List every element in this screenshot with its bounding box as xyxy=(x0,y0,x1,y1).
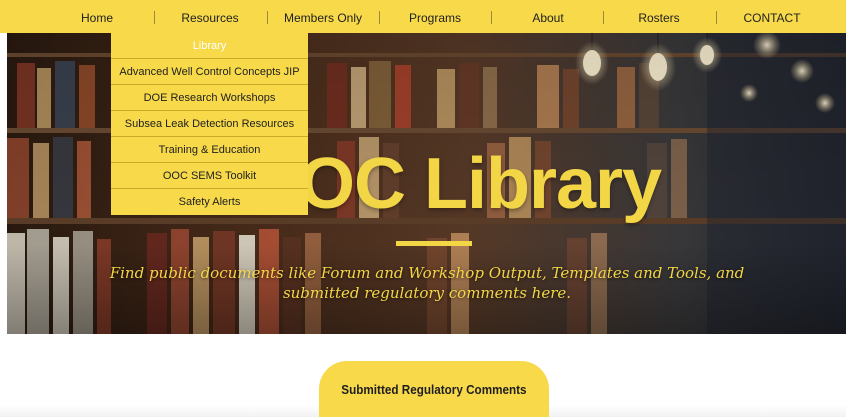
resources-dropdown-menu: Library Advanced Well Control Concepts J… xyxy=(111,33,308,215)
dropdown-item-subsea-leak-detection[interactable]: Subsea Leak Detection Resources xyxy=(111,111,308,137)
nav-separator xyxy=(379,11,380,24)
nav-item-resources[interactable]: Resources xyxy=(170,0,250,33)
page-title: OOC Library xyxy=(244,144,662,224)
dropdown-item-training-education[interactable]: Training & Education xyxy=(111,137,308,163)
dropdown-item-doe-research-workshops[interactable]: DOE Research Workshops xyxy=(111,85,308,111)
cta-button-label: Submitted Regulatory Comments xyxy=(341,382,527,397)
dropdown-item-sems-toolkit[interactable]: OOC SEMS Toolkit xyxy=(111,163,308,189)
nav-separator xyxy=(603,11,604,24)
dropdown-item-library[interactable]: Library xyxy=(111,33,308,59)
nav-item-home[interactable]: Home xyxy=(62,0,132,33)
nav-item-about[interactable]: About xyxy=(512,0,584,33)
nav-separator xyxy=(154,11,155,24)
submitted-regulatory-comments-button[interactable]: Submitted Regulatory Comments xyxy=(319,361,549,417)
nav-separator xyxy=(716,11,717,24)
title-underline-divider xyxy=(396,241,472,246)
nav-separator xyxy=(491,11,492,24)
nav-separator xyxy=(267,11,268,24)
nav-item-members-only[interactable]: Members Only xyxy=(275,0,371,33)
nav-item-contact[interactable]: CONTACT xyxy=(733,0,811,33)
hero-subtitle: Find public documents like Forum and Wor… xyxy=(109,264,745,302)
nav-item-programs[interactable]: Programs xyxy=(393,0,477,33)
nav-item-rosters[interactable]: Rosters xyxy=(620,0,698,33)
dropdown-item-advanced-well-control[interactable]: Advanced Well Control Concepts JIP xyxy=(111,59,308,85)
top-navigation-bar: Home Resources Members Only Programs Abo… xyxy=(0,0,846,33)
dropdown-item-safety-alerts[interactable]: Safety Alerts xyxy=(111,189,308,215)
